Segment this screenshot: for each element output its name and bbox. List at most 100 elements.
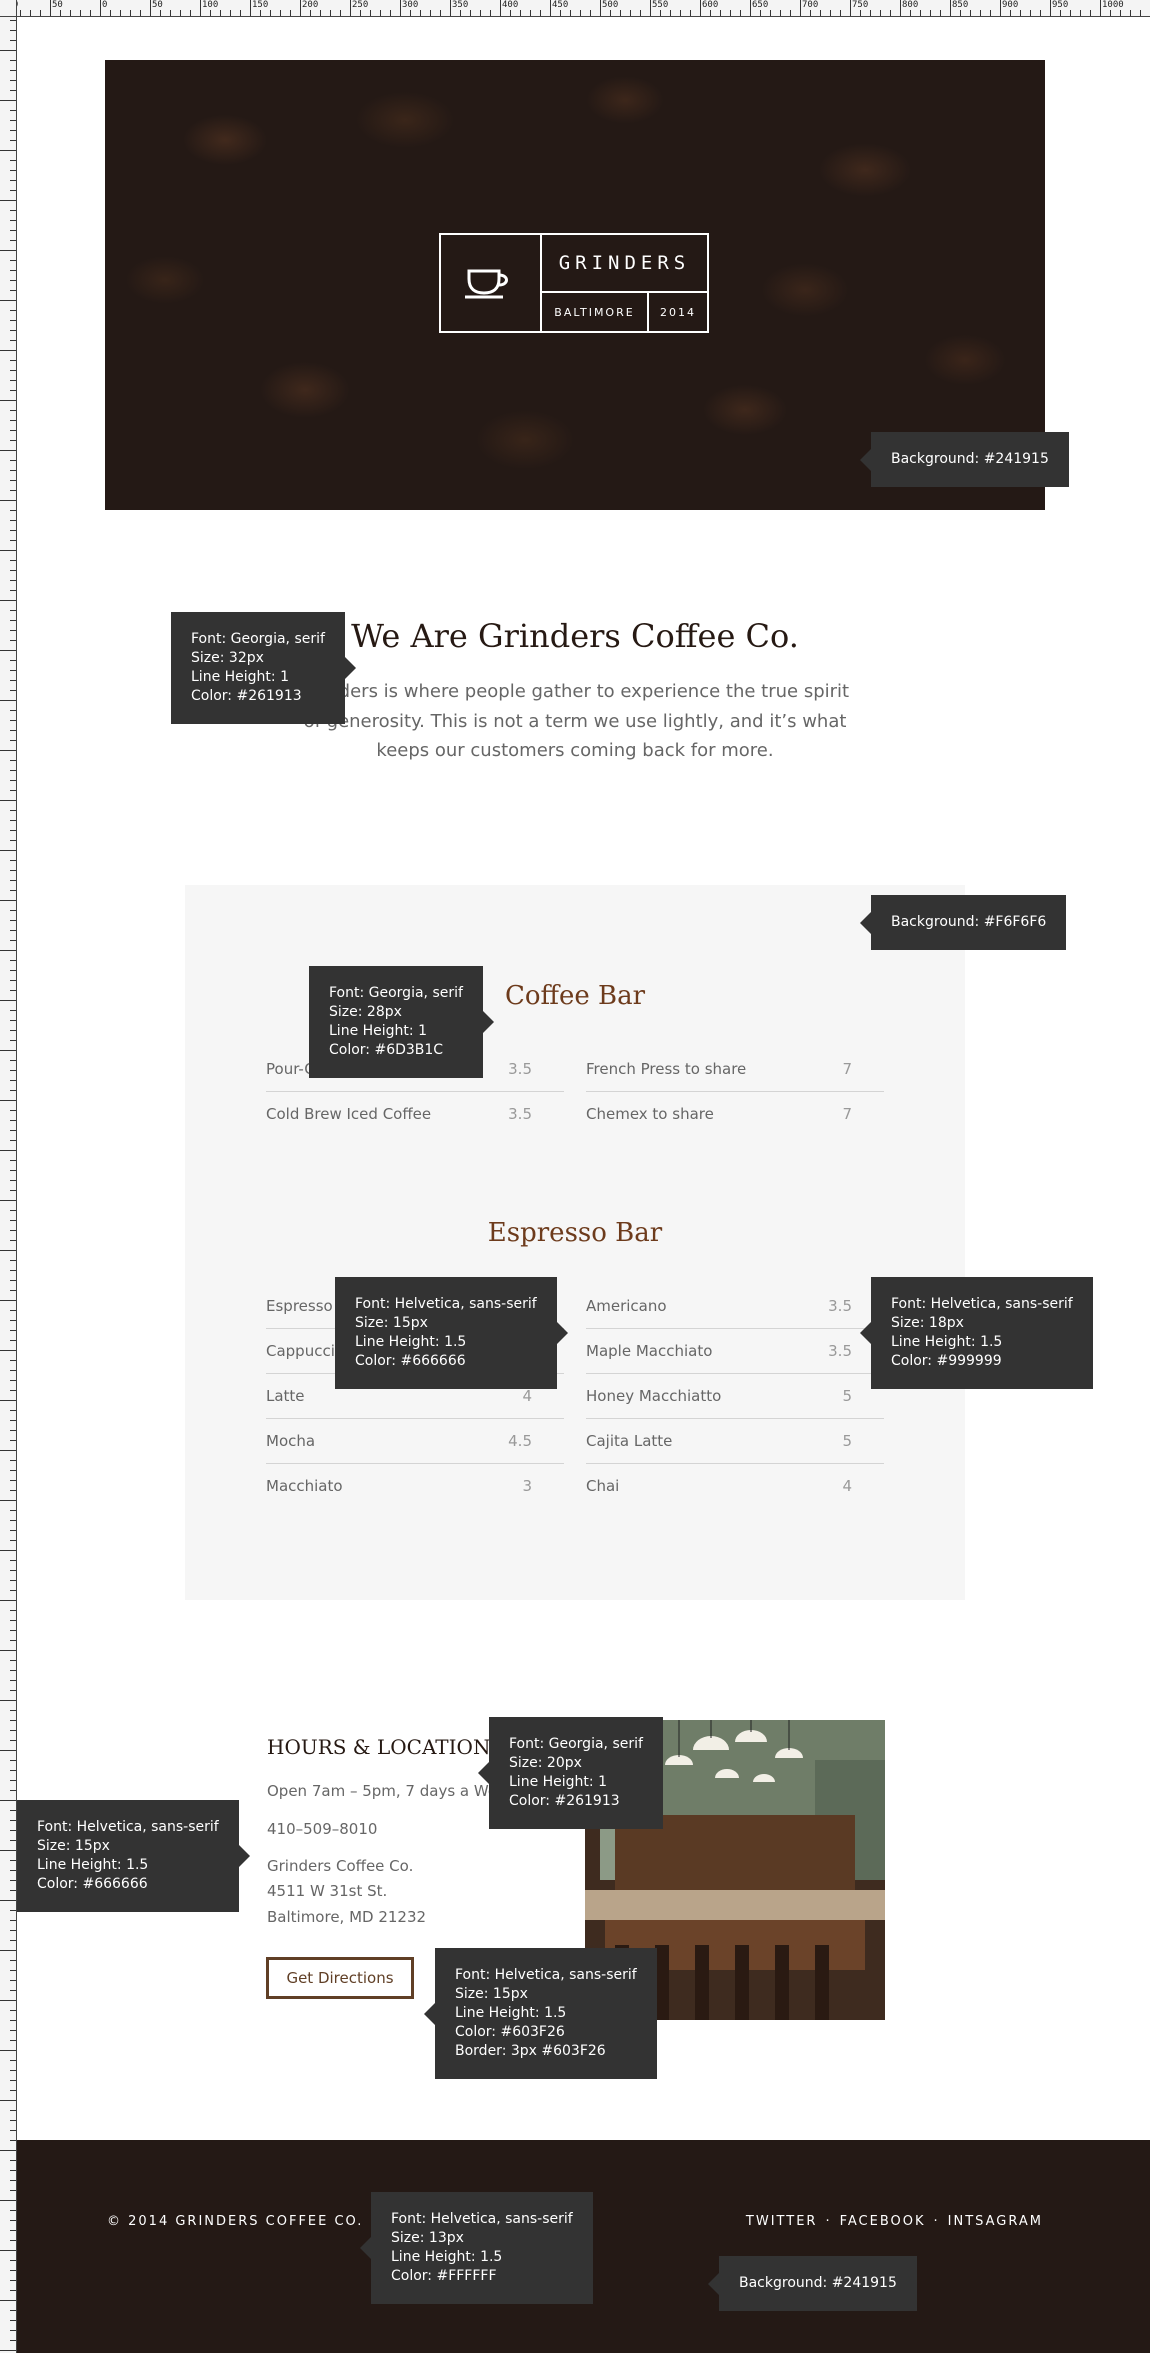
ruler-tick <box>10 1590 16 1591</box>
ruler-tick <box>480 10 481 16</box>
ruler-tick <box>620 10 621 16</box>
ruler-tick <box>10 1630 16 1631</box>
ruler-tick <box>10 280 16 281</box>
ruler-label: 750 <box>852 0 869 10</box>
ruler-label: 0 <box>102 0 108 10</box>
ruler-tick <box>10 710 16 711</box>
ruler-tick <box>380 10 381 16</box>
ruler-tick <box>10 130 16 131</box>
ruler-label: 900 <box>1002 0 1019 10</box>
ruler-tick <box>10 1610 16 1611</box>
menu-item-price: 7 <box>842 1105 852 1123</box>
ruler-tick <box>10 1490 16 1491</box>
ruler-tick <box>180 10 181 16</box>
ruler-tick <box>10 870 16 871</box>
ruler-tick <box>10 1260 16 1261</box>
menu-item: Maple Macchiato 3.5 <box>586 1329 884 1374</box>
ruler-tick <box>10 1230 16 1231</box>
ruler-tick <box>0 550 16 551</box>
twitter-link[interactable]: TWITTER <box>746 2212 818 2232</box>
ruler-tick <box>10 820 16 821</box>
grinders-logo[interactable]: GRINDERS BALTIMORE 2014 <box>439 233 709 333</box>
annotation-hours-text-font: Font: Helvetica, sans-serif Size: 15px L… <box>17 1800 250 1912</box>
footer-social-links: TWITTER · FACEBOOK · INTSAGRAM <box>746 2212 1043 2232</box>
ruler-tick <box>10 410 16 411</box>
intro-text: Grinders is where people gather to exper… <box>300 681 850 762</box>
annotation-line: Line Height: 1 <box>191 669 289 685</box>
ruler-tick <box>460 10 461 16</box>
instagram-link[interactable]: INTSAGRAM <box>948 2212 1043 2232</box>
ruler-tick <box>10 360 16 361</box>
ruler-tick <box>0 1550 16 1551</box>
ruler-tick <box>10 1620 16 1621</box>
ruler-tick <box>10 110 16 111</box>
ruler-tick <box>10 1970 16 1971</box>
ruler-tick <box>160 10 161 16</box>
ruler-tick <box>10 1070 16 1071</box>
ruler-tick <box>10 310 16 311</box>
menu-item: Americano 3.5 <box>586 1284 884 1329</box>
ruler-tick <box>10 2210 16 2211</box>
ruler-tick <box>10 1160 16 1161</box>
ruler-tick <box>10 340 16 341</box>
ruler-tick <box>0 1450 16 1451</box>
ruler-tick <box>10 1980 16 1981</box>
ruler-tick <box>10 990 16 991</box>
ruler-label: 400 <box>502 0 519 10</box>
menu-item: French Press to share 7 <box>586 1047 884 1092</box>
annotation-button-font: Font: Helvetica, sans-serif Size: 15px L… <box>424 1948 657 2079</box>
menu-item-price: 3.5 <box>828 1342 852 1360</box>
ruler-tick <box>0 900 16 901</box>
ruler-tick <box>10 30 16 31</box>
ruler-tick <box>560 10 561 16</box>
ruler-tick <box>10 2290 16 2291</box>
ruler-tick <box>1060 10 1061 16</box>
ruler-tick <box>0 1900 16 1901</box>
get-directions-button[interactable]: Get Directions <box>266 1957 414 1999</box>
coffee-bar-right-column: French Press to share 7 Chemex to share 7 <box>586 1047 884 1137</box>
ruler-tick <box>10 1320 16 1321</box>
ruler-tick <box>10 2260 16 2261</box>
menu-item-name: Espresso <box>266 1297 333 1315</box>
ruler-tick <box>10 920 16 921</box>
ruler-tick <box>0 1050 16 1051</box>
menu-item: Mocha 4.5 <box>266 1419 564 1464</box>
ruler-tick <box>10 690 16 691</box>
ruler-tick <box>370 10 371 16</box>
annotation-line: Background: #241915 <box>891 451 1049 467</box>
ruler-tick <box>30 10 31 16</box>
ruler-tick <box>10 1920 16 1921</box>
annotation-line: Line Height: 1 <box>329 1023 427 1039</box>
annotation-hero-background: Background: #241915 <box>860 432 1069 487</box>
ruler-tick <box>760 10 761 16</box>
ruler-tick <box>340 10 341 16</box>
ruler-tick <box>360 10 361 16</box>
annotation-line: Size: 15px <box>355 1315 428 1331</box>
ruler-tick <box>580 10 581 16</box>
ruler-tick <box>10 1810 16 1811</box>
ruler-tick <box>10 460 16 461</box>
footer-copyright: © 2014 GRINDERS COFFEE CO. <box>107 2214 364 2229</box>
ruler-tick <box>0 1600 16 1601</box>
ruler-label: 550 <box>652 0 669 10</box>
ruler-tick <box>10 190 16 191</box>
ruler-tick <box>10 840 16 841</box>
phone-number[interactable]: 410–509–8010 <box>267 1818 377 1841</box>
menu-item-name: Americano <box>586 1297 667 1315</box>
ruler-tick <box>960 10 961 16</box>
ruler-tick <box>10 1890 16 1891</box>
ruler-tick <box>10 260 16 261</box>
ruler-tick <box>0 1650 16 1651</box>
ruler-tick <box>60 10 61 16</box>
ruler-tick <box>240 10 241 16</box>
facebook-link[interactable]: FACEBOOK <box>840 2212 926 2232</box>
annotation-menu-background: Background: #F6F6F6 <box>859 895 1067 950</box>
ruler-tick <box>10 2110 16 2111</box>
coffee-bar-title: Coffee Bar <box>504 981 646 1011</box>
ruler-tick <box>510 10 511 16</box>
ruler-tick <box>10 60 16 61</box>
annotation-line: Color: #603F26 <box>455 2024 565 2040</box>
ruler-tick <box>10 670 16 671</box>
ruler-tick <box>10 1280 16 1281</box>
ruler-label: 50 <box>152 0 163 10</box>
